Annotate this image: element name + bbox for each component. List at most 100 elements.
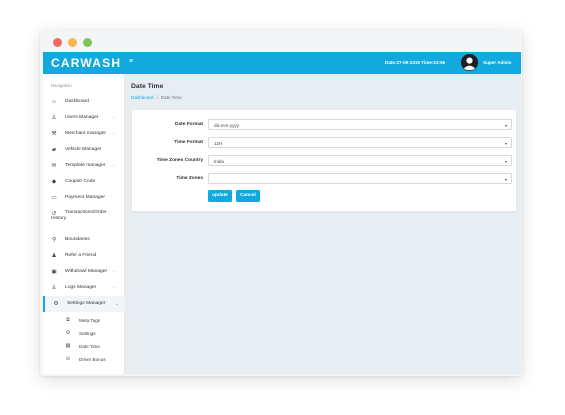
chevron-right-icon: › [113,163,115,168]
chevron-down-icon: ⌄ [115,301,119,306]
sidebar-subitem-label: Date Time [79,344,100,349]
home-icon: ⌂ [52,99,56,105]
sidebar-item-template-manager[interactable]: ✉ Template manager › [43,158,125,174]
sidebar-item-label: Logs Manager [65,285,97,290]
dropdown-arrow-icon: ▾ [504,140,507,146]
date-time-form-card: Date Format dd-mm-yyyy ▾ Time Format 12H… [132,110,516,211]
sidebar-item-label: Settings Manager [67,301,106,306]
time-zones-country-value: India [214,158,224,164]
update-button[interactable]: update [208,190,232,202]
calendar-icon: ▦ [65,343,71,349]
header-datetime: Date:27-09-2019 Time:03:55 [385,60,446,65]
nav-heading: Navigation [51,83,72,88]
sidebar-item-label: Coupon Code [65,179,96,184]
sidebar-item-payment-manager[interactable]: ▭ Payment Manager [43,190,125,206]
sidebar-item-label: Users Manager [65,115,99,120]
bonus-icon: ⊖ [65,356,71,362]
sidebar-item-transactions-history[interactable]: ↺ Transactions/Order History [43,206,125,228]
sidebar-item-vehicle-manager[interactable]: ▰ Vehicle Manager [43,142,125,158]
time-zones-select[interactable]: ▾ [208,173,512,184]
credit-card-icon: ▭ [51,195,57,201]
sidebar-nav: Navigation ⌂ Dashboard ♙ Users Manager ›… [43,74,125,374]
main-content: Date Time Dashboard / Date Time Date Forma… [125,74,521,374]
form-row-date-format: Date Format dd-mm-yyyy ▾ [132,119,516,131]
chevron-right-icon: › [113,269,115,274]
sidebar-subitem-settings[interactable]: ⚙ Settings [43,327,125,340]
minimize-window-button[interactable] [68,38,77,47]
sidebar-item-label: Transactions/Order History [51,210,121,222]
sidebar-subitem-label: Driver Bonus [79,357,106,362]
sidebar-item-label: Dashboard [65,99,89,104]
sidebar-item-coupon-code[interactable]: ◆ Coupon Code [43,174,125,190]
time-zones-country-label: Time Zones Country [156,158,203,163]
sidebar-item-label: Merchant manager [65,131,107,136]
chevron-right-icon: › [113,115,115,120]
sidebar-item-label-line1: Transactions/Order [65,210,107,215]
sidebar-subitem-label: Settings [79,331,96,336]
sidebar-item-label: Refer a Friend [65,253,97,258]
time-format-value: 12H [214,140,223,146]
time-format-select[interactable]: 12H ▾ [208,137,512,148]
page-title: Date Time [131,83,164,90]
time-zones-label: Time Zones [176,176,203,181]
logs-user-icon: ♙ [51,285,57,291]
date-format-label: Date Format [175,122,203,127]
sidebar-subitem-meta-tags[interactable]: ⧉ Meta Tags [43,314,125,327]
dropdown-arrow-icon: ▾ [504,158,507,164]
app-container: CARWASH ≡ Date:27-09-2019 Time:03:55 Sup… [43,52,521,374]
sidebar-item-dashboard[interactable]: ⌂ Dashboard [43,94,125,110]
form-row-time-zones-country: Time Zones Country India ▾ [132,155,516,167]
chevron-right-icon: › [113,285,115,290]
sidebar-item-boundaries[interactable]: ⚲ Boundaries [43,232,125,248]
browser-window: CARWASH ≡ Date:27-09-2019 Time:03:55 Sup… [40,30,522,376]
tag-icon: ◆ [51,179,57,185]
brand-logo[interactable]: CARWASH [51,56,121,70]
sidebar-subitem-label: Meta Tags [79,318,101,323]
gear-icon: ⚙ [53,301,59,307]
map-marker-icon: ⚲ [51,237,57,243]
sidebar-item-label: Payment Manager [65,195,105,200]
money-icon: ▣ [51,269,57,275]
sidebar-item-users-manager[interactable]: ♙ Users Manager › [43,110,125,126]
avatar-person-icon [461,54,478,71]
user-icon: ♙ [51,115,57,121]
envelope-icon: ✉ [51,163,57,169]
sidebar-subitem-driver-bonus[interactable]: ⊖ Driver Bonus [43,353,125,366]
close-window-button[interactable] [53,38,62,47]
time-zones-country-select[interactable]: India ▾ [208,155,512,166]
sidebar-item-withdrawl-manager[interactable]: ▣ Withdrawl Manager › [43,264,125,280]
sidebar-item-logs-manager[interactable]: ♙ Logs Manager › [43,280,125,296]
merchant-icon: ⚒ [51,131,57,137]
sidebar-item-refer-a-friend[interactable]: ♟ Refer a Friend [43,248,125,264]
user-plus-icon: ♟ [51,253,57,259]
tags-icon: ⧉ [66,317,70,323]
date-format-value: dd-mm-yyyy [214,122,240,128]
dropdown-arrow-icon: ▾ [504,176,507,182]
car-icon: ▰ [51,147,57,153]
dropdown-arrow-icon: ▾ [504,122,507,128]
top-header: CARWASH ≡ Date:27-09-2019 Time:03:55 Sup… [43,52,521,74]
window-titlebar [40,30,522,54]
breadcrumb: Dashboard / Date Time [131,95,182,100]
breadcrumb-current: Date Time [160,95,182,100]
maximize-window-button[interactable] [83,38,92,47]
sidebar-item-label: Boundaries [65,237,90,242]
user-name[interactable]: Super Admin [483,60,511,65]
form-row-time-zones: Time Zones ▾ [132,173,516,185]
breadcrumb-separator: / [156,95,158,100]
user-avatar[interactable] [461,54,478,71]
hamburger-menu-icon[interactable]: ≡ [129,58,133,65]
sidebar-item-label: Vehicle Manager [65,147,102,152]
date-format-select[interactable]: dd-mm-yyyy ▾ [208,119,512,130]
sidebar-item-label-line2: History [51,216,67,221]
breadcrumb-dashboard-link[interactable]: Dashboard [131,95,153,100]
sidebar-item-merchant-manager[interactable]: ⚒ Merchant manager › [43,126,125,142]
cancel-button[interactable]: Cancel [236,190,260,202]
sidebar-item-label: Template manager [65,163,106,168]
sidebar-item-settings-manager[interactable]: ⚙ Settings Manager ⌄ [43,296,125,312]
time-format-label: Time Format [174,140,203,145]
chevron-right-icon: › [113,131,115,136]
cog-icon: ⚙ [65,330,71,336]
sidebar-item-label: Withdrawl Manager [65,269,108,274]
sidebar-subitem-date-time[interactable]: ▦ Date Time [43,340,125,353]
